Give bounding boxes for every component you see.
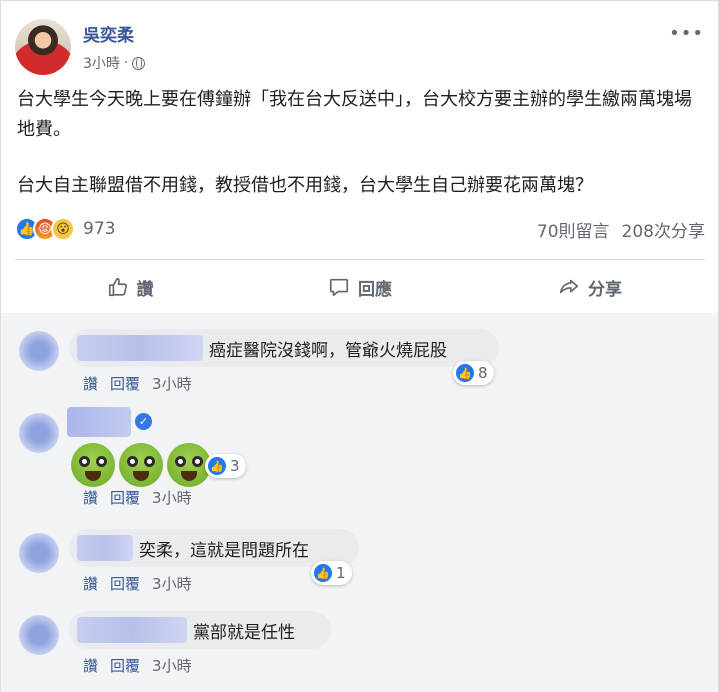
more-options-icon[interactable]: ••• — [669, 23, 704, 44]
nauseated-face-icon — [119, 443, 163, 487]
comment-icon — [329, 278, 349, 297]
comment-actions: 讚 回覆 3小時 — [83, 655, 192, 676]
like-button[interactable]: 讚 — [15, 263, 245, 311]
comment-like-count: 8 — [478, 364, 488, 382]
reaction-count[interactable]: 973 — [83, 219, 115, 239]
reaction-summary[interactable]: 👍 😡 😮 973 70則留言 208次分享 — [15, 215, 705, 243]
comment-text: 奕柔，這就是問題所在 — [139, 540, 309, 561]
comment-time[interactable]: 3小時 — [152, 655, 192, 676]
comment-reply-link[interactable]: 回覆 — [110, 655, 140, 676]
comment-bubble: 癌症醫院沒錢啊，管爺火燒屁股 — [69, 329, 499, 367]
commenter-avatar[interactable] — [19, 331, 59, 371]
post-meta: 3小時 · — [83, 53, 146, 73]
comment-like-link[interactable]: 讚 — [83, 373, 98, 394]
commenter-name[interactable] — [77, 335, 203, 361]
comment-time[interactable]: 3小時 — [152, 573, 192, 594]
author-name[interactable]: 吳奕柔 — [83, 21, 134, 46]
like-icon: 👍 — [456, 364, 474, 382]
commenter-avatar[interactable] — [19, 615, 59, 655]
comment-like-link[interactable]: 讚 — [83, 655, 98, 676]
wow-icon: 😮 — [51, 217, 75, 241]
comment-actions: 讚 回覆 3小時 — [83, 373, 192, 394]
comments-section: 癌症醫院沒錢啊，管爺火燒屁股 👍 8 讚 回覆 3小時 ✓ 👍 3 讚 回覆 3… — [0, 313, 719, 692]
commenter-name[interactable] — [77, 617, 187, 643]
comment-text: 黨部就是任性 — [193, 622, 295, 643]
commenter-name[interactable] — [67, 407, 131, 437]
action-bar: 讚 回應 分享 — [15, 263, 705, 311]
comment-time[interactable]: 3小時 — [152, 487, 192, 508]
comment-reply-link[interactable]: 回覆 — [110, 373, 140, 394]
share-count[interactable]: 208次分享 — [622, 217, 705, 242]
comment-reactions[interactable]: 👍 3 — [205, 454, 246, 478]
comment-label: 回應 — [358, 279, 392, 300]
like-icon: 👍 — [208, 457, 226, 475]
verified-badge-icon: ✓ — [135, 413, 152, 430]
post-card: 吳奕柔 3小時 · ••• 台大學生今天晚上要在傅鐘辦「我在台大反送中」，台大校… — [0, 0, 719, 313]
share-button[interactable]: 分享 — [475, 263, 705, 311]
comment-reply-link[interactable]: 回覆 — [110, 487, 140, 508]
post-time[interactable]: 3小時 — [83, 53, 120, 73]
post-paragraph: 台大學生今天晚上要在傅鐘辦「我在台大反送中」，台大校方要主辦的學生繳兩萬塊場地費… — [17, 89, 692, 140]
share-icon — [559, 279, 579, 294]
comment-time[interactable]: 3小時 — [152, 373, 192, 394]
comment-reply-link[interactable]: 回覆 — [110, 573, 140, 594]
comment-actions: 讚 回覆 3小時 — [83, 487, 192, 508]
comment-text: 癌症醫院沒錢啊，管爺火燒屁股 — [209, 340, 447, 361]
comment-actions: 讚 回覆 3小時 — [83, 573, 192, 594]
like-label: 讚 — [136, 279, 154, 300]
post-paragraph: 台大自主聯盟借不用錢，教授借也不用錢，台大學生自己辦要花兩萬塊？ — [17, 175, 593, 196]
thumbs-up-icon — [108, 277, 127, 297]
commenter-name[interactable] — [77, 535, 133, 561]
comment-button[interactable]: 回應 — [245, 263, 475, 311]
comment-like-count: 3 — [230, 457, 240, 475]
share-label: 分享 — [588, 279, 622, 300]
comment-bubble: 奕柔，這就是問題所在 — [69, 529, 359, 567]
comment-reactions[interactable]: 👍 1 — [311, 561, 352, 585]
commenter-avatar[interactable] — [19, 413, 59, 453]
post-text: 台大學生今天晚上要在傅鐘辦「我在台大反送中」，台大校方要主辦的學生繳兩萬塊場地費… — [17, 85, 707, 201]
comment-count[interactable]: 70則留言 — [537, 217, 610, 242]
divider — [15, 259, 705, 260]
comment-reactions[interactable]: 👍 8 — [453, 361, 494, 385]
commenter-avatar[interactable] — [19, 533, 59, 573]
globe-icon — [132, 56, 146, 70]
comment-like-count: 1 — [336, 564, 346, 582]
comment-bubble: 黨部就是任性 — [69, 611, 331, 649]
like-icon: 👍 — [314, 564, 332, 582]
comment-like-link[interactable]: 讚 — [83, 573, 98, 594]
comment-like-link[interactable]: 讚 — [83, 487, 98, 508]
nauseated-face-icon — [71, 443, 115, 487]
author-avatar[interactable] — [15, 19, 71, 75]
